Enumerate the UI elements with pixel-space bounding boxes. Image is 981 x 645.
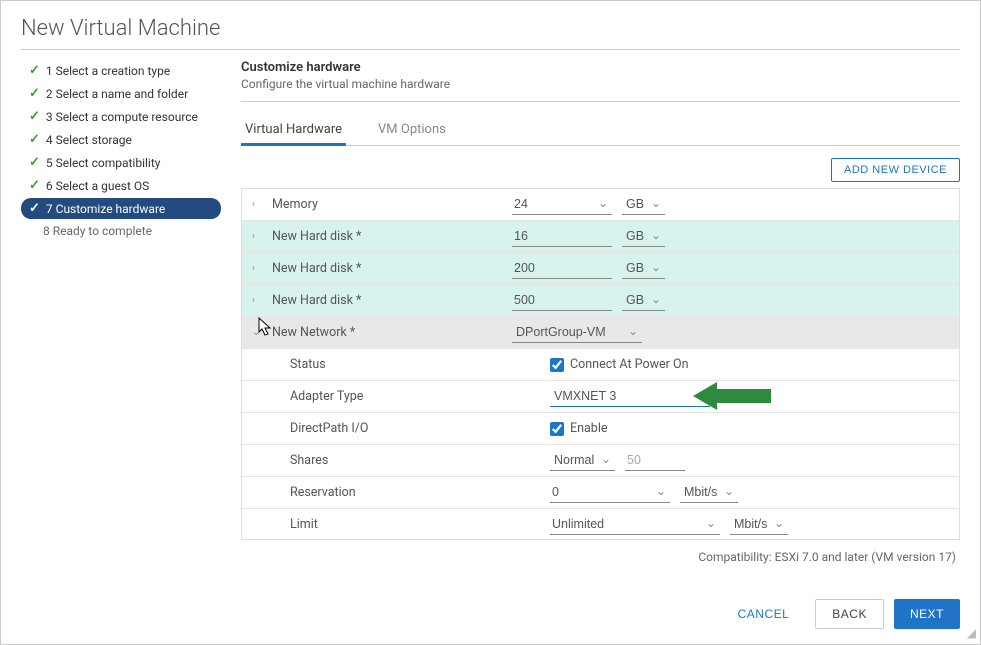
wizard-steps: 1 Select a creation type 2 Select a name… — [21, 60, 221, 564]
disk2-label: New Hard disk * — [272, 261, 361, 276]
disk1-unit-select[interactable]: GB — [622, 226, 665, 247]
memory-label: Memory — [272, 197, 318, 212]
memory-unit-select[interactable]: GB — [622, 194, 665, 215]
network-label: New Network * — [272, 325, 355, 340]
chevron-right-icon[interactable]: › — [252, 199, 266, 210]
step-customize-hardware[interactable]: 7 Customize hardware — [21, 198, 221, 219]
reservation-label: Reservation — [290, 485, 356, 500]
reservation-value-input[interactable] — [550, 482, 670, 503]
tab-virtual-hardware[interactable]: Virtual Hardware — [241, 116, 346, 146]
step-compute-resource[interactable]: 3 Select a compute resource — [21, 106, 221, 127]
tabs: Virtual Hardware VM Options — [241, 116, 960, 146]
reservation-unit-select[interactable]: Mbit/s — [680, 482, 738, 503]
step-compatibility[interactable]: 5 Select compatibility — [21, 152, 221, 173]
section-title: Customize hardware — [241, 60, 960, 75]
main-panel: Customize hardware Configure the virtual… — [221, 60, 960, 564]
hardware-table[interactable]: › Memory GB › New Hard disk * — [241, 188, 960, 540]
row-limit: Limit Mbit/s — [242, 509, 959, 540]
network-portgroup-select[interactable]: DPortGroup-VM — [512, 322, 642, 343]
disk3-label: New Hard disk * — [272, 293, 361, 308]
connect-power-on-text: Connect At Power On — [570, 357, 688, 372]
row-new-network: ⌄ New Network * DPortGroup-VM — [242, 317, 959, 349]
back-button[interactable]: BACK — [815, 599, 884, 629]
cancel-button[interactable]: CANCEL — [722, 599, 806, 629]
tab-vm-options[interactable]: VM Options — [374, 116, 450, 145]
row-directpath-io: DirectPath I/O Enable — [242, 413, 959, 445]
row-status: Status Connect At Power On — [242, 349, 959, 381]
adapter-type-select[interactable]: VMXNET 3 — [550, 386, 710, 407]
dialog-body: 1 Select a creation type 2 Select a name… — [21, 60, 960, 564]
row-adapter-type: Adapter Type VMXNET 3 — [242, 381, 959, 413]
limit-unit-select[interactable]: Mbit/s — [730, 514, 788, 535]
connect-power-on-checkbox[interactable] — [550, 358, 564, 372]
disk1-size-input[interactable] — [512, 226, 612, 247]
chevron-right-icon[interactable]: › — [252, 231, 266, 242]
shares-level-select[interactable]: Normal — [550, 450, 615, 471]
disk2-unit-select[interactable]: GB — [622, 258, 665, 279]
row-reservation: Reservation Mbit/s — [242, 477, 959, 509]
add-new-device-button[interactable]: ADD NEW DEVICE — [831, 158, 960, 182]
step-storage[interactable]: 4 Select storage — [21, 129, 221, 150]
row-memory: › Memory GB — [242, 189, 959, 221]
directpath-enable-text: Enable — [570, 421, 608, 436]
step-name-folder[interactable]: 2 Select a name and folder — [21, 83, 221, 104]
dialog-title: New Virtual Machine — [21, 16, 960, 50]
disk2-size-input[interactable] — [512, 258, 612, 279]
row-hard-disk-1: › New Hard disk * GB — [242, 221, 959, 253]
shares-value-input — [625, 450, 685, 471]
disk3-unit-select[interactable]: GB — [622, 290, 665, 311]
memory-value-input[interactable] — [512, 194, 612, 215]
disk1-label: New Hard disk * — [272, 229, 361, 244]
compatibility-text: Compatibility: ESXi 7.0 and later (VM ve… — [241, 540, 960, 564]
disk3-size-input[interactable] — [512, 290, 612, 311]
status-label: Status — [290, 357, 326, 372]
limit-label: Limit — [290, 517, 318, 532]
chevron-down-icon[interactable]: ⌄ — [252, 327, 266, 338]
row-hard-disk-3: › New Hard disk * GB — [242, 285, 959, 317]
adapter-label: Adapter Type — [290, 389, 363, 404]
step-guest-os[interactable]: 6 Select a guest OS — [21, 175, 221, 196]
resize-grip-icon[interactable]: ◢ — [967, 626, 976, 640]
directpath-label: DirectPath I/O — [290, 421, 368, 436]
step-creation-type[interactable]: 1 Select a creation type — [21, 60, 221, 81]
next-button[interactable]: NEXT — [894, 599, 960, 629]
toolbar: ADD NEW DEVICE — [241, 146, 960, 188]
directpath-enable-wrap[interactable]: Enable — [550, 421, 608, 436]
step-ready-complete: 8 Ready to complete — [21, 221, 221, 241]
chevron-right-icon[interactable]: › — [252, 295, 266, 306]
row-shares: Shares Normal — [242, 445, 959, 477]
chevron-right-icon[interactable]: › — [252, 263, 266, 274]
section-desc: Configure the virtual machine hardware — [241, 77, 960, 102]
connect-power-on-wrap[interactable]: Connect At Power On — [550, 357, 688, 372]
wizard-dialog: New Virtual Machine 1 Select a creation … — [0, 0, 981, 645]
limit-value-input[interactable] — [550, 514, 720, 535]
shares-label: Shares — [290, 453, 328, 468]
footer-buttons: CANCEL BACK NEXT — [722, 599, 960, 629]
directpath-enable-checkbox[interactable] — [550, 422, 564, 436]
row-hard-disk-2: › New Hard disk * GB — [242, 253, 959, 285]
